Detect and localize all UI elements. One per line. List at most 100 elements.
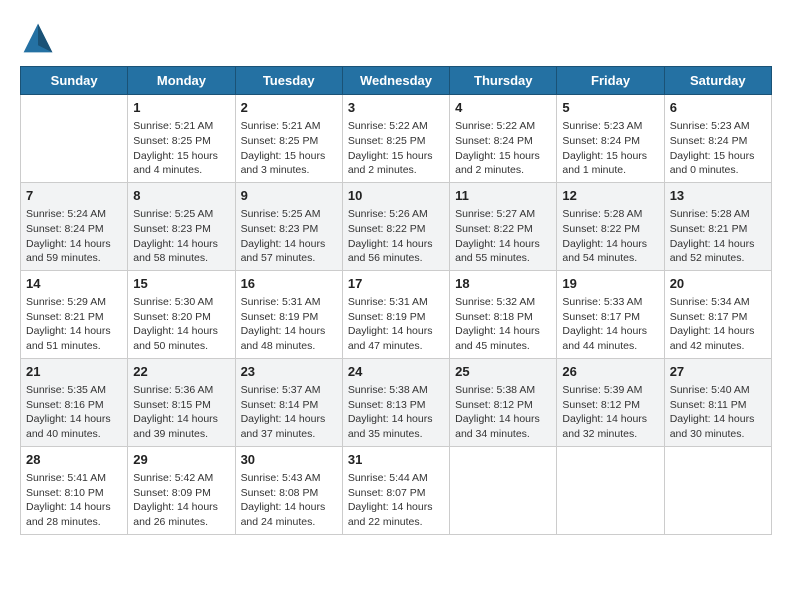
sun-info: Sunrise: 5:25 AMSunset: 8:23 PMDaylight:…	[241, 207, 337, 266]
sun-info: Sunrise: 5:21 AMSunset: 8:25 PMDaylight:…	[133, 119, 229, 178]
calendar-cell: 2Sunrise: 5:21 AMSunset: 8:25 PMDaylight…	[235, 95, 342, 183]
sun-info: Sunrise: 5:22 AMSunset: 8:24 PMDaylight:…	[455, 119, 551, 178]
sun-info: Sunrise: 5:22 AMSunset: 8:25 PMDaylight:…	[348, 119, 444, 178]
date-number: 27	[670, 363, 766, 381]
calendar-cell: 7 Sunrise: 5:24 AMSunset: 8:24 PMDaylight…	[21, 182, 128, 270]
sun-info: Sunrise: 5:29 AMSunset: 8:21 PMDaylight:…	[26, 295, 122, 354]
calendar-cell: 16 Sunrise: 5:31 AMSunset: 8:19 PMDayligh…	[235, 270, 342, 358]
calendar-cell: 17 Sunrise: 5:31 AMSunset: 8:19 PMDayligh…	[342, 270, 449, 358]
sun-info: Sunrise: 5:44 AMSunset: 8:07 PMDaylight:…	[348, 471, 444, 530]
calendar-cell: 23 Sunrise: 5:37 AMSunset: 8:14 PMDayligh…	[235, 358, 342, 446]
calendar-week-1: 1 Sunrise: 5:21 AMSunset: 8:25 PMDaylight…	[21, 95, 772, 183]
calendar-cell: 22 Sunrise: 5:36 AMSunset: 8:15 PMDayligh…	[128, 358, 235, 446]
calendar-table: SundayMondayTuesdayWednesdayThursdayFrid…	[20, 66, 772, 535]
calendar-cell: 28 Sunrise: 5:41 AMSunset: 8:10 PMDayligh…	[21, 446, 128, 534]
date-number: 6	[670, 99, 766, 117]
date-number: 24	[348, 363, 444, 381]
calendar-cell: 12Sunrise: 5:28 AMSunset: 8:22 PMDayligh…	[557, 182, 664, 270]
date-number: 18	[455, 275, 551, 293]
date-number: 3	[348, 99, 444, 117]
calendar-cell: 24 Sunrise: 5:38 AMSunset: 8:13 PMDayligh…	[342, 358, 449, 446]
calendar-cell: 9Sunrise: 5:25 AMSunset: 8:23 PMDaylight…	[235, 182, 342, 270]
sun-info: Sunrise: 5:35 AMSunset: 8:16 PMDaylight:…	[26, 383, 122, 442]
sun-info: Sunrise: 5:41 AMSunset: 8:10 PMDaylight:…	[26, 471, 122, 530]
date-number: 14	[26, 275, 122, 293]
logo	[20, 20, 60, 56]
calendar-cell: 31Sunrise: 5:44 AMSunset: 8:07 PMDayligh…	[342, 446, 449, 534]
calendar-cell: 11 Sunrise: 5:27 AMSunset: 8:22 PMDayligh…	[450, 182, 557, 270]
calendar-cell: 18 Sunrise: 5:32 AMSunset: 8:18 PMDayligh…	[450, 270, 557, 358]
calendar-cell: 21 Sunrise: 5:35 AMSunset: 8:16 PMDayligh…	[21, 358, 128, 446]
calendar-week-4: 21 Sunrise: 5:35 AMSunset: 8:16 PMDayligh…	[21, 358, 772, 446]
calendar-cell: 14 Sunrise: 5:29 AMSunset: 8:21 PMDayligh…	[21, 270, 128, 358]
calendar-header: SundayMondayTuesdayWednesdayThursdayFrid…	[21, 67, 772, 95]
date-number: 20	[670, 275, 766, 293]
calendar-cell: 30 Sunrise: 5:43 AMSunset: 8:08 PMDayligh…	[235, 446, 342, 534]
calendar-cell: 27 Sunrise: 5:40 AMSunset: 8:11 PMDayligh…	[664, 358, 771, 446]
date-number: 30	[241, 451, 337, 469]
sun-info: Sunrise: 5:26 AMSunset: 8:22 PMDaylight:…	[348, 207, 444, 266]
sun-info: Sunrise: 5:30 AMSunset: 8:20 PMDaylight:…	[133, 295, 229, 354]
sun-info: Sunrise: 5:39 AMSunset: 8:12 PMDaylight:…	[562, 383, 658, 442]
day-header-tuesday: Tuesday	[235, 67, 342, 95]
day-header-sunday: Sunday	[21, 67, 128, 95]
sun-info: Sunrise: 5:38 AMSunset: 8:12 PMDaylight:…	[455, 383, 551, 442]
sun-info: Sunrise: 5:43 AMSunset: 8:08 PMDaylight:…	[241, 471, 337, 530]
calendar-cell: 19Sunrise: 5:33 AMSunset: 8:17 PMDayligh…	[557, 270, 664, 358]
calendar-cell: 10 Sunrise: 5:26 AMSunset: 8:22 PMDayligh…	[342, 182, 449, 270]
calendar-cell: 4 Sunrise: 5:22 AMSunset: 8:24 PMDaylight…	[450, 95, 557, 183]
date-number: 22	[133, 363, 229, 381]
sun-info: Sunrise: 5:23 AMSunset: 8:24 PMDaylight:…	[670, 119, 766, 178]
date-number: 28	[26, 451, 122, 469]
sun-info: Sunrise: 5:40 AMSunset: 8:11 PMDaylight:…	[670, 383, 766, 442]
sun-info: Sunrise: 5:31 AMSunset: 8:19 PMDaylight:…	[241, 295, 337, 354]
day-header-thursday: Thursday	[450, 67, 557, 95]
date-number: 29	[133, 451, 229, 469]
sun-info: Sunrise: 5:34 AMSunset: 8:17 PMDaylight:…	[670, 295, 766, 354]
calendar-cell: 1 Sunrise: 5:21 AMSunset: 8:25 PMDaylight…	[128, 95, 235, 183]
sun-info: Sunrise: 5:23 AMSunset: 8:24 PMDaylight:…	[562, 119, 658, 178]
calendar-week-2: 7 Sunrise: 5:24 AMSunset: 8:24 PMDaylight…	[21, 182, 772, 270]
date-number: 12	[562, 187, 658, 205]
sun-info: Sunrise: 5:42 AMSunset: 8:09 PMDaylight:…	[133, 471, 229, 530]
page-header	[20, 20, 772, 56]
date-number: 11	[455, 187, 551, 205]
logo-icon	[20, 20, 56, 56]
calendar-week-3: 14 Sunrise: 5:29 AMSunset: 8:21 PMDayligh…	[21, 270, 772, 358]
calendar-cell: 8Sunrise: 5:25 AMSunset: 8:23 PMDaylight…	[128, 182, 235, 270]
sun-info: Sunrise: 5:36 AMSunset: 8:15 PMDaylight:…	[133, 383, 229, 442]
date-number: 17	[348, 275, 444, 293]
date-number: 15	[133, 275, 229, 293]
calendar-cell: 6 Sunrise: 5:23 AMSunset: 8:24 PMDaylight…	[664, 95, 771, 183]
date-number: 7	[26, 187, 122, 205]
date-number: 21	[26, 363, 122, 381]
sun-info: Sunrise: 5:37 AMSunset: 8:14 PMDaylight:…	[241, 383, 337, 442]
day-header-friday: Friday	[557, 67, 664, 95]
date-number: 2	[241, 99, 337, 117]
date-number: 13	[670, 187, 766, 205]
calendar-cell: 15 Sunrise: 5:30 AMSunset: 8:20 PMDayligh…	[128, 270, 235, 358]
calendar-cell: 13Sunrise: 5:28 AMSunset: 8:21 PMDayligh…	[664, 182, 771, 270]
calendar-cell: 29 Sunrise: 5:42 AMSunset: 8:09 PMDayligh…	[128, 446, 235, 534]
date-number: 5	[562, 99, 658, 117]
sun-info: Sunrise: 5:24 AMSunset: 8:24 PMDaylight:…	[26, 207, 122, 266]
date-number: 25	[455, 363, 551, 381]
date-number: 26	[562, 363, 658, 381]
calendar-cell: 20 Sunrise: 5:34 AMSunset: 8:17 PMDayligh…	[664, 270, 771, 358]
date-number: 23	[241, 363, 337, 381]
sun-info: Sunrise: 5:38 AMSunset: 8:13 PMDaylight:…	[348, 383, 444, 442]
date-number: 4	[455, 99, 551, 117]
date-number: 19	[562, 275, 658, 293]
sun-info: Sunrise: 5:31 AMSunset: 8:19 PMDaylight:…	[348, 295, 444, 354]
day-header-saturday: Saturday	[664, 67, 771, 95]
day-header-monday: Monday	[128, 67, 235, 95]
calendar-cell: 26 Sunrise: 5:39 AMSunset: 8:12 PMDayligh…	[557, 358, 664, 446]
calendar-cell	[664, 446, 771, 534]
sun-info: Sunrise: 5:32 AMSunset: 8:18 PMDaylight:…	[455, 295, 551, 354]
calendar-cell: 3 Sunrise: 5:22 AMSunset: 8:25 PMDaylight…	[342, 95, 449, 183]
date-number: 16	[241, 275, 337, 293]
date-number: 8	[133, 187, 229, 205]
date-number: 1	[133, 99, 229, 117]
sun-info: Sunrise: 5:27 AMSunset: 8:22 PMDaylight:…	[455, 207, 551, 266]
date-number: 10	[348, 187, 444, 205]
